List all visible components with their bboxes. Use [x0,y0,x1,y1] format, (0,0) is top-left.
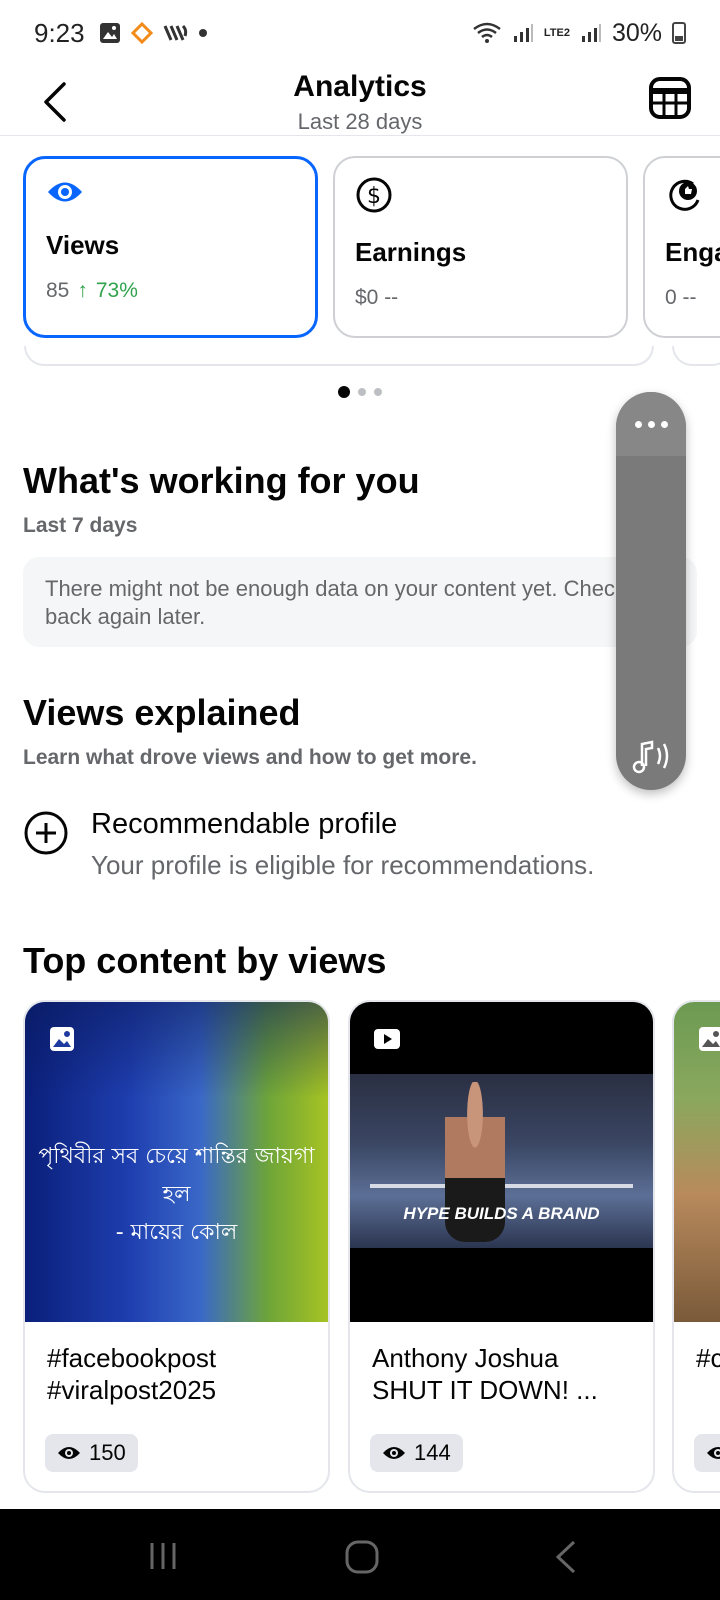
battery-icon [672,22,686,44]
views-count-badge: 144 [370,1434,463,1472]
dollar-icon: $ [356,177,392,213]
page-dot [374,388,382,396]
photo-type-icon [50,1027,74,1051]
metrics-carousel[interactable]: Views 85 ↑ 73% $ Earnings $0 -- Enga 0 -… [0,156,720,368]
eye-icon [383,1447,405,1459]
metric-label: Earnings [355,237,467,267]
header-titles: Analytics Last 28 days [0,66,720,136]
battery-percent: 30% [611,18,662,47]
content-card[interactable]: HYPE BUILDS A BRAND Anthony Joshua SHUT … [348,1000,655,1493]
content-thumbnail: পৃথিবীর সব চেয়ে শান্তির জায়গা হল - মায… [25,1002,328,1322]
thumbnail-caption: HYPE BUILDS A BRAND [403,1204,600,1223]
content-thumbnail [674,1002,720,1322]
views-count-badge: 150 [45,1434,138,1472]
caption-line-2: #viralpost2025 [47,1375,217,1405]
content-caption: #facebookpost #viralpost2025 [47,1342,314,1406]
metric-value-row: 0 -- [665,286,720,310]
engagement-icon [669,179,700,211]
section-title-working: What's working for you [23,460,420,501]
metric-card-engagement[interactable]: Enga 0 -- [643,156,720,338]
app-header: Analytics Last 28 days [0,66,720,136]
views-count: 150 [89,1440,126,1465]
metric-change: 73% [95,279,138,302]
system-navigation-bar [0,1509,720,1600]
date-range-label[interactable]: Last 28 days [0,108,720,136]
content-card[interactable]: পৃথিবীর সব চেয়ে শান্তির জায়গা হল - মায… [23,1000,330,1493]
metric-value: 0 -- [665,286,697,309]
signal-icon [513,24,533,42]
video-type-icon [374,1029,400,1049]
bird-notification-icon [163,24,187,41]
status-time: 9:23 [34,17,85,48]
widget-more-icon[interactable] [616,392,686,456]
page-dot-active [338,386,350,398]
recommendable-title: Recommendable profile [91,808,398,840]
section-title-views-explained: Views explained [23,692,301,733]
boxer-image: HYPE BUILDS A BRAND [350,1074,653,1248]
page-title: Analytics [293,70,427,103]
wifi-icon [473,22,501,43]
svg-text:$: $ [367,184,381,209]
floating-audio-widget[interactable] [616,392,686,790]
views-count: 144 [414,1440,451,1465]
eye-icon [707,1447,720,1459]
card-shadow-edge-2 [672,346,720,366]
info-message-box: There might not be enough data on your c… [23,557,697,647]
content-thumbnail: HYPE BUILDS A BRAND [350,1002,653,1322]
caption-line-1: #c [696,1343,720,1373]
metric-card-earnings[interactable]: $ Earnings $0 -- [333,156,628,338]
metric-card-views[interactable]: Views 85 ↑ 73% [23,156,318,338]
photo-type-icon [699,1027,720,1051]
notification-icons [99,22,207,44]
metric-value: 85 [46,279,70,302]
content-card[interactable]: #c [672,1000,720,1493]
eye-icon [58,1447,80,1459]
views-count-badge [694,1434,720,1472]
content-caption: Anthony Joshua SHUT IT DOWN! ... [372,1342,639,1406]
carousel-pagination [0,386,720,398]
quote-line-2: - মায়ের কোল [115,1220,238,1245]
plus-circle-icon [24,811,68,855]
eye-icon [48,182,82,202]
page-dot [358,388,366,396]
metric-label: Views [46,230,120,260]
metric-label: Enga [665,237,720,267]
table-view-icon[interactable] [646,74,694,122]
section-title-top-content: Top content by views [23,940,387,981]
section-subtitle-working: Last 7 days [23,514,138,537]
card-shadow-edge [24,346,654,366]
content-caption: #c [696,1342,720,1374]
recent-apps-icon[interactable] [146,1539,180,1573]
nav-back-icon[interactable] [552,1539,578,1575]
recommendable-profile-item[interactable]: Recommendable profile Your profile is el… [23,808,703,880]
lte-badge: LTE2 [543,26,570,39]
metric-value: $0 -- [355,286,399,309]
caption-line-1: Anthony Joshua [372,1343,559,1373]
top-content-carousel[interactable]: পৃথিবীর সব চেয়ে শান্তির জায়গা হল - মায… [0,1000,720,1495]
more-notifications-dot [198,29,207,37]
status-bar: 9:23 LTE2 30% [0,0,720,66]
signal-icon-2 [581,24,601,42]
recommendable-subtitle: Your profile is eligible for recommendat… [91,850,595,880]
quote-line-1: পৃথিবীর সব চেয়ে শান্তির জায়গা হল [38,1144,315,1207]
app-notification-icon [130,22,153,44]
info-message: There might not be enough data on your c… [45,576,626,629]
trend-up-icon: ↑ [77,279,88,302]
thumbnail-quote: পৃথিবীর সব চেয়ে শান্তির জায়গা হল - মায… [25,1138,328,1252]
metric-value-row: $0 -- [355,286,606,310]
metric-value-row: 85 ↑ 73% [46,279,295,303]
gallery-notification-icon [99,23,120,43]
music-sound-icon[interactable] [628,736,674,776]
home-icon[interactable] [344,1539,380,1575]
caption-line-2: SHUT IT DOWN! ... [372,1375,598,1405]
section-subtitle-views-explained: Learn what drove views and how to get mo… [23,746,477,769]
caption-line-1: #facebookpost [47,1343,217,1373]
